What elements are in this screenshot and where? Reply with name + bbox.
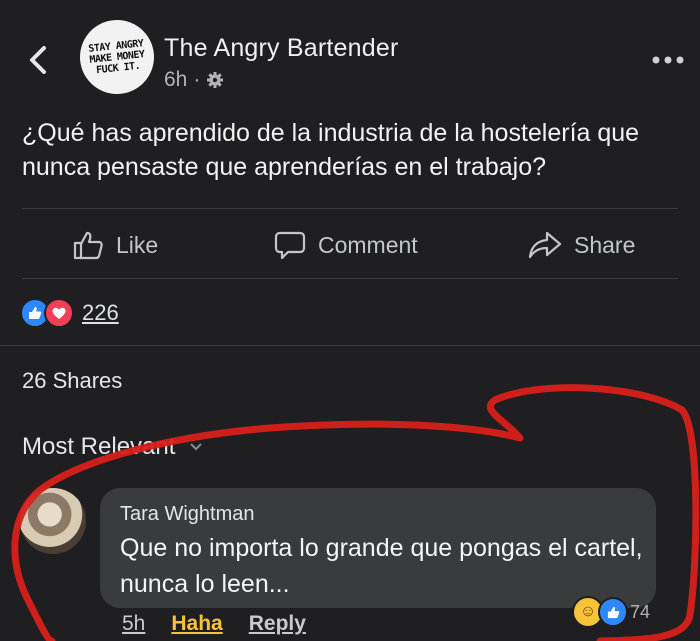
reaction-summary[interactable]: 226 [20,298,119,328]
chevron-down-icon [190,443,203,451]
comment-button[interactable]: Comment [274,228,418,262]
commenter-avatar[interactable] [20,488,86,554]
share-label: Share [574,231,636,258]
love-reaction-icon [44,298,74,328]
page-avatar[interactable]: STAY ANGRY MAKE MONEY FUCK IT. [76,16,158,98]
haha-reaction-button[interactable]: Haha [171,612,222,636]
comment-reaction-summary[interactable]: ☺ 74 [572,596,650,628]
comment-reaction-count: 74 [630,601,651,622]
like-label: Like [116,231,159,258]
reply-button[interactable]: Reply [249,612,306,636]
divider [0,345,700,346]
comment-text: Que no importa lo grande que pongas el c… [120,534,643,598]
comment-label: Comment [318,231,418,258]
comment-bubble-icon [274,231,306,260]
more-options-icon[interactable] [648,50,688,70]
back-arrow-icon[interactable] [24,40,52,80]
divider [22,208,678,209]
comment-time[interactable]: 5h [122,612,145,636]
post-text: ¿Qué has aprendido de la industria de la… [22,119,640,181]
comment-actions: 5h Haha Reply [122,612,306,636]
gear-icon [207,72,224,88]
reaction-count[interactable]: 226 [82,300,119,326]
post-time[interactable]: 6h [164,68,187,92]
share-arrow-icon [528,231,562,259]
like-reaction-icon [598,597,628,627]
post-meta: 6h · [164,68,224,92]
share-button[interactable]: Share [528,228,635,262]
thumbs-up-icon [73,231,103,260]
comment-sort-dropdown[interactable]: Most Relevant [22,433,203,461]
sort-label: Most Relevant [22,433,176,460]
shares-count[interactable]: 26 Shares [22,368,122,394]
meta-separator: · [193,68,201,91]
divider [22,278,678,279]
like-button[interactable]: Like [72,228,158,262]
page-name[interactable]: The Angry Bartender [164,34,399,63]
comment-author[interactable]: Tara Wightman [120,503,255,526]
